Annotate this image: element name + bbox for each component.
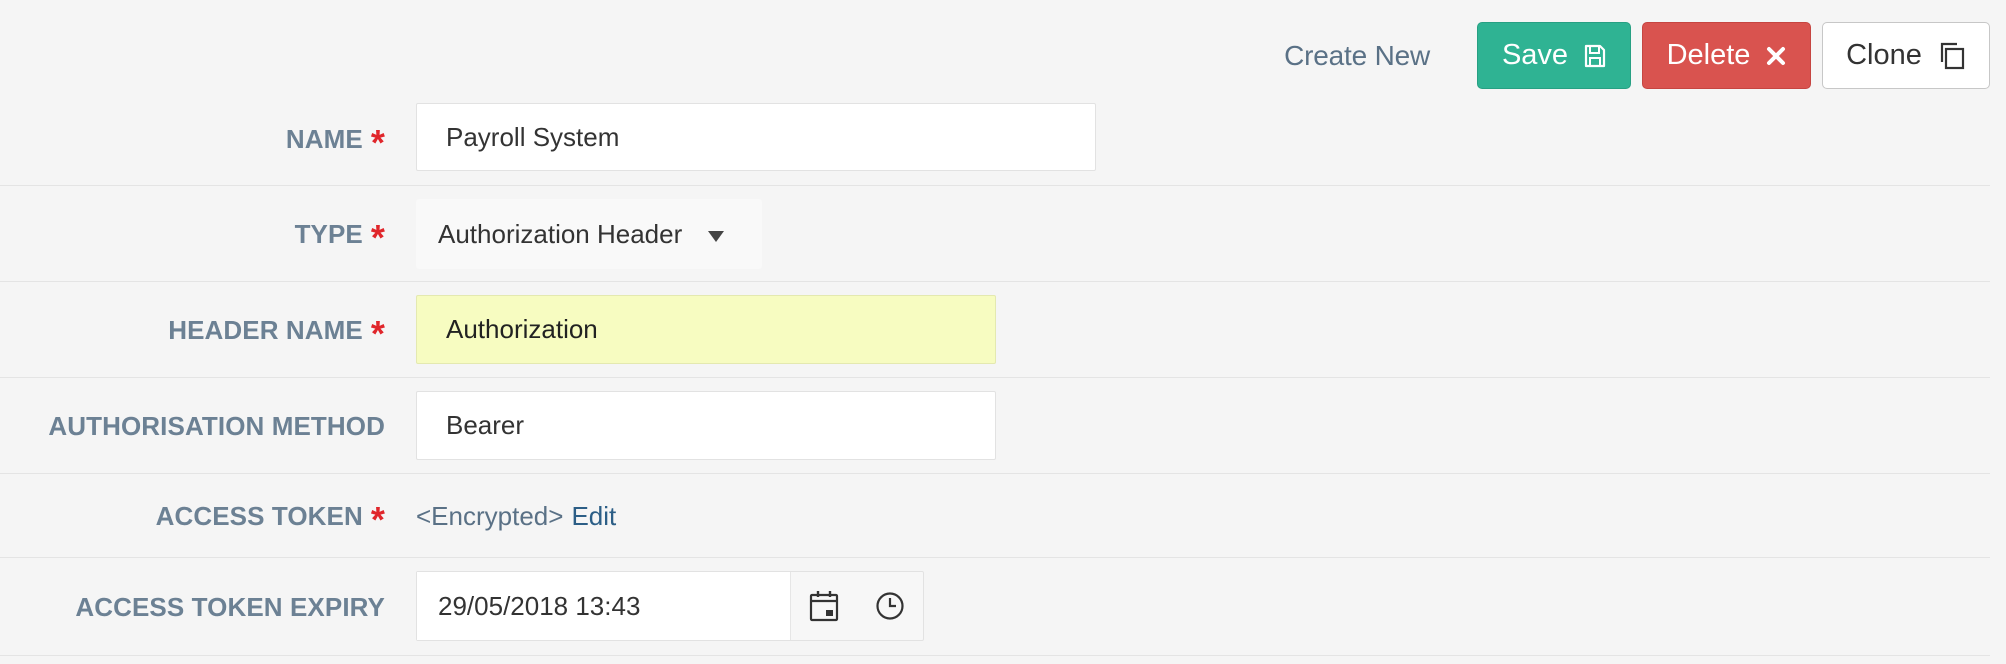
delete-button-label: Delete	[1666, 39, 1751, 71]
access-token-expiry-label-text: ACCESS TOKEN EXPIRY	[75, 591, 385, 622]
expiry-datetime-picker: 29/05/2018 13:43	[416, 571, 924, 641]
expiry-date-input[interactable]: 29/05/2018 13:43	[417, 572, 791, 640]
header-name-label: HEADER NAME *	[168, 282, 385, 378]
type-label-text: TYPE	[294, 218, 363, 249]
name-label-text: NAME	[285, 123, 363, 154]
toolbar: Create New Save Delete Clone	[1284, 22, 1990, 89]
form-row-access-token-expiry: ACCESS TOKEN EXPIRY 29/05/2018 13:43	[0, 558, 1990, 656]
calendar-icon[interactable]	[791, 572, 857, 640]
required-asterisk: *	[370, 499, 385, 540]
row-divider	[0, 655, 1990, 656]
copy-icon	[1938, 41, 1966, 71]
type-label: TYPE *	[295, 186, 385, 282]
save-button-label: Save	[1501, 39, 1569, 71]
required-asterisk: *	[370, 122, 385, 163]
create-new-link[interactable]: Create New	[1284, 40, 1430, 72]
form-row-type: TYPE * Authorization Header	[0, 186, 1990, 282]
auth-method-label-text: AUTHORISATION METHOD	[48, 410, 385, 441]
form-row-access-token: ACCESS TOKEN * <Encrypted> Edit	[0, 474, 1990, 558]
save-button[interactable]: Save	[1477, 22, 1631, 89]
auth-method-label: AUTHORISATION METHOD	[48, 378, 385, 474]
floppy-disk-icon	[1584, 44, 1606, 68]
header-name-input[interactable]: Authorization	[416, 295, 996, 364]
access-token-label-text: ACCESS TOKEN	[155, 500, 363, 531]
type-select[interactable]: Authorization Header	[416, 199, 762, 269]
clone-button-label: Clone	[1846, 39, 1922, 71]
type-select-value: Authorization Header	[438, 218, 683, 249]
name-input[interactable]: Payroll System	[416, 103, 1096, 171]
edit-token-link[interactable]: Edit	[571, 501, 616, 532]
access-token-expiry-label: ACCESS TOKEN EXPIRY	[75, 558, 385, 656]
auth-method-input[interactable]: Bearer	[416, 391, 996, 460]
form-row-auth-method: AUTHORISATION METHOD Bearer	[0, 378, 1990, 474]
delete-button[interactable]: Delete	[1642, 22, 1811, 89]
name-label: NAME *	[286, 92, 385, 186]
header-name-label-text: HEADER NAME	[168, 314, 363, 345]
access-token-value: <Encrypted> Edit	[416, 474, 616, 558]
caret-down-icon	[708, 230, 725, 242]
clock-icon[interactable]	[857, 572, 923, 640]
required-asterisk: *	[370, 217, 385, 258]
clone-button[interactable]: Clone	[1822, 22, 1990, 89]
access-token-label: ACCESS TOKEN *	[156, 474, 385, 558]
form-row-header-name: HEADER NAME * Authorization	[0, 282, 1990, 378]
encrypted-placeholder: <Encrypted>	[416, 500, 564, 531]
edit-auth-page: Create New Save Delete Clone NAME * Payr…	[0, 0, 2006, 664]
form-row-name: NAME * Payroll System	[0, 92, 1990, 186]
x-icon	[1766, 46, 1786, 66]
required-asterisk: *	[370, 313, 385, 354]
